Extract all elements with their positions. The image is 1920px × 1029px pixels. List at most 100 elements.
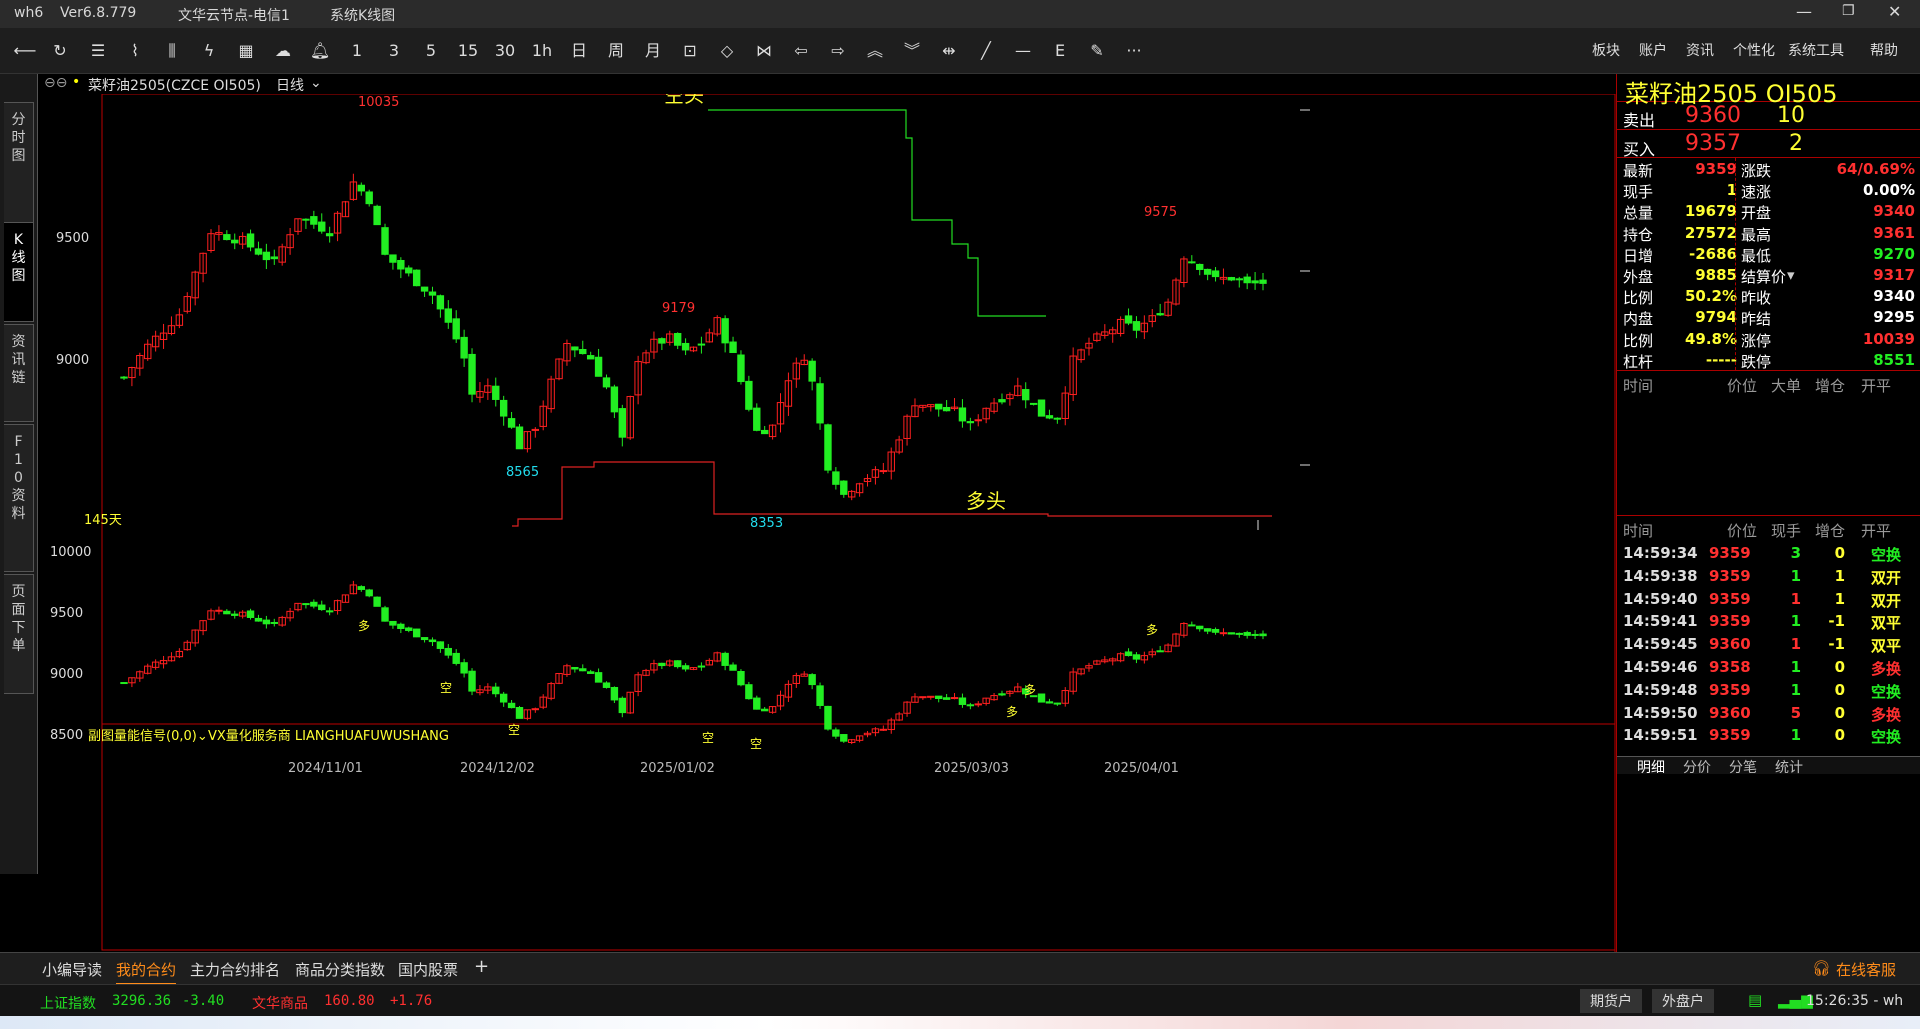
- index2-value: 160.80: [324, 993, 375, 1009]
- arrow-down-icon[interactable]: ︾: [899, 38, 925, 64]
- chart-area[interactable]: 多空方位(0,0,0)⌄VX量化服务商 LIANGHUAFUWUSHANG副图量…: [38, 74, 1616, 952]
- arrow-left-icon[interactable]: ⇦: [788, 38, 814, 64]
- restore-icon[interactable]: ❐: [1842, 3, 1855, 19]
- candle-body: [1188, 261, 1196, 264]
- close-icon[interactable]: ✕: [1888, 2, 1901, 21]
- menu-personalize[interactable]: 个性化: [1733, 40, 1775, 60]
- minimize-icon[interactable]: —: [1796, 2, 1812, 21]
- tab-news-chain[interactable]: 资讯链: [4, 324, 34, 422]
- arrow-right-icon[interactable]: ⇨: [825, 38, 851, 64]
- chevron-down-icon[interactable]: ⌄: [310, 75, 322, 91]
- quote-row: 杠杆 ----- 跌停 8551: [1617, 349, 1920, 371]
- index1-name[interactable]: 上证指数: [40, 993, 96, 1013]
- period-1h[interactable]: 1h: [529, 38, 555, 64]
- tab-main-contract-rank[interactable]: 主力合约排名: [190, 959, 280, 980]
- candle-body: [610, 386, 619, 413]
- kline-icon[interactable]: ⫼: [159, 38, 185, 64]
- detail-tab[interactable]: 分价: [1683, 757, 1711, 777]
- menu-sector[interactable]: 板块: [1592, 40, 1620, 60]
- candle-body: [745, 684, 753, 700]
- layout-toggle-icon[interactable]: ⊖⊖: [44, 75, 67, 91]
- period-15[interactable]: 15: [455, 38, 481, 64]
- futures-account-button[interactable]: 期货户: [1580, 989, 1642, 1013]
- line-chart-icon[interactable]: ⌇: [122, 38, 148, 64]
- candle-body: [1203, 628, 1212, 632]
- side-tab-char: 图: [11, 148, 26, 164]
- period-week[interactable]: 周: [603, 38, 629, 64]
- tab-f10[interactable]: F 1 0 资料: [4, 424, 34, 572]
- quote-label: 比例: [1623, 331, 1654, 350]
- tab-my-contracts[interactable]: 我的合约: [116, 959, 177, 985]
- refresh-icon[interactable]: ↻: [47, 38, 73, 64]
- candle-body: [658, 662, 666, 667]
- tab-kline[interactable]: K线图: [4, 222, 34, 322]
- side-tab-char: K: [13, 232, 24, 248]
- candle-body: [120, 682, 128, 685]
- custom-period-icon[interactable]: ⊡: [677, 38, 703, 64]
- server-node[interactable]: 文华云节点-电信1: [178, 5, 290, 25]
- add-tab-button[interactable]: +: [474, 956, 489, 977]
- desktop-strip: [0, 1016, 1920, 1029]
- calculator-icon[interactable]: ▦: [233, 38, 259, 64]
- foreign-account-button[interactable]: 外盘户: [1652, 989, 1714, 1013]
- candle-body: [412, 628, 421, 638]
- title-bar: wh6 Ver6.8.779 文华云节点-电信1 系统K线图 — ❐ ✕: [0, 0, 1920, 28]
- index2-name[interactable]: 文华商品: [252, 993, 308, 1013]
- menu-system-tools[interactable]: 系统工具: [1788, 40, 1844, 60]
- quote-label: 内盘: [1623, 310, 1654, 329]
- detail-tab[interactable]: 分笔: [1729, 757, 1757, 777]
- more-icon[interactable]: ···: [1121, 38, 1147, 64]
- index2-change: +1.76: [390, 993, 433, 1009]
- candle-body: [373, 596, 381, 607]
- detail-tab[interactable]: 明细: [1637, 757, 1665, 777]
- menu-account[interactable]: 账户: [1639, 40, 1667, 60]
- draw-line-icon[interactable]: ╱: [973, 38, 999, 64]
- online-service-link[interactable]: 在线客服: [1836, 959, 1896, 980]
- period-3[interactable]: 3: [381, 38, 407, 64]
- zoom-in-icon[interactable]: ⋈: [751, 38, 777, 64]
- sub-ytick: 10000: [50, 545, 91, 560]
- instrument-name[interactable]: 菜籽油2505(CZCE OI505): [88, 75, 261, 95]
- x-tick: 2025/04/01: [1104, 761, 1179, 776]
- period-30[interactable]: 30: [492, 38, 518, 64]
- tick-time: 14:59:45: [1623, 635, 1698, 654]
- period-month[interactable]: 月: [640, 38, 666, 64]
- period-select[interactable]: 日线: [276, 75, 304, 95]
- arrow-up-icon[interactable]: ︽: [862, 38, 888, 64]
- tick-row: 14:59:34 9359 3 0 空换: [1617, 542, 1920, 564]
- quote-list-icon[interactable]: ☰: [85, 38, 111, 64]
- tab-order-page[interactable]: 页面下单: [4, 574, 34, 694]
- quote-label: 最低: [1741, 246, 1772, 265]
- candle-body: [1227, 277, 1236, 281]
- tab-domestic-stocks[interactable]: 国内股票: [398, 959, 458, 980]
- candle-body: [325, 610, 334, 613]
- menu-help[interactable]: 帮助: [1870, 40, 1898, 60]
- quote-label: 速涨: [1741, 183, 1772, 202]
- ask-price[interactable]: 9360: [1685, 103, 1741, 128]
- side-tab-char: 页: [11, 584, 26, 600]
- period-5[interactable]: 5: [418, 38, 444, 64]
- eraser-icon[interactable]: ✎: [1084, 38, 1110, 64]
- tab-commodity-index[interactable]: 商品分类指数: [295, 959, 385, 980]
- candle-body: [658, 338, 666, 344]
- fib-icon[interactable]: Ε: [1047, 38, 1073, 64]
- period-day[interactable]: 日: [566, 38, 592, 64]
- headset-icon[interactable]: 🎧︎: [1812, 959, 1831, 977]
- bell-icon[interactable]: 🔔︎: [307, 38, 333, 64]
- crosshair-icon[interactable]: ⇹: [936, 38, 962, 64]
- back-icon[interactable]: ⟵: [12, 38, 38, 64]
- menu-news[interactable]: 资讯: [1686, 40, 1714, 60]
- candle-body: [436, 295, 445, 310]
- calculator-status-icon[interactable]: ▤: [1748, 991, 1762, 1009]
- zoom-out-icon[interactable]: ◇: [714, 38, 740, 64]
- quote-value: 0.00%: [1862, 181, 1915, 200]
- kline-chart[interactable]: 多空方位(0,0,0)⌄VX量化服务商 LIANGHUAFUWUSHANG副图量…: [38, 74, 1616, 952]
- period-1[interactable]: 1: [344, 38, 370, 64]
- tab-editor-guide[interactable]: 小编导读: [42, 959, 102, 980]
- bid-price[interactable]: 9357: [1685, 131, 1741, 156]
- tick-oi-change: -1: [1828, 612, 1845, 631]
- hline-icon[interactable]: —: [1010, 38, 1036, 64]
- cloud-icon[interactable]: ☁: [270, 38, 296, 64]
- detail-tab[interactable]: 统计: [1775, 757, 1803, 777]
- flash-icon[interactable]: ϟ: [196, 38, 222, 64]
